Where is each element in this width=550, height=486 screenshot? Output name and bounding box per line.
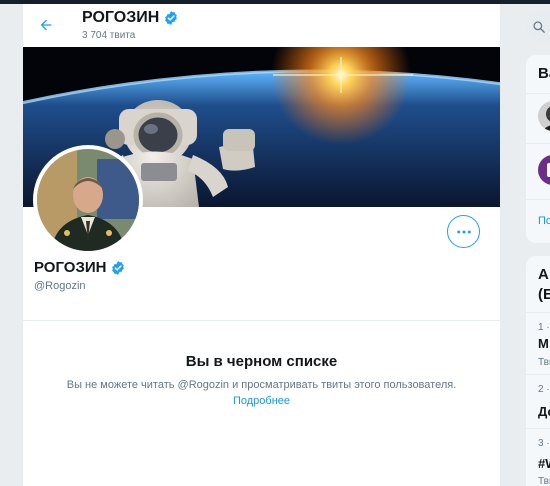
user-avatar-image <box>538 155 550 185</box>
suggested-user-avatar[interactable] <box>538 155 550 185</box>
trend-count: Тви <box>538 357 550 368</box>
more-horizontal-icon <box>456 230 471 233</box>
tweet-count: 3 704 твита <box>82 30 136 41</box>
trend-name: #W <box>538 456 550 471</box>
trends-title-line2: (Е <box>538 286 550 303</box>
card-divider <box>526 428 550 429</box>
trend-name: М <box>538 336 549 351</box>
header-title: РОГОЗИН <box>82 9 179 27</box>
trends-title-line1: А <box>538 266 549 283</box>
profile-name: РОГОЗИН <box>34 259 126 276</box>
more-options-button[interactable] <box>447 215 480 248</box>
trend-rank: 3 · <box>538 438 550 449</box>
blocked-title: Вы в черном списке <box>185 353 338 370</box>
trend-rank: 2 · <box>538 384 550 395</box>
verified-badge-icon <box>165 11 178 25</box>
blocked-message: Вы не можете читать @Rogozin и просматри… <box>66 379 457 391</box>
search-icon <box>533 21 545 33</box>
arrow-left-icon <box>40 19 52 31</box>
right-sidebar: Ва По А (Е 1 · М Тви <box>524 0 550 486</box>
card-divider <box>526 374 550 375</box>
who-to-follow-card: Ва По <box>526 55 550 243</box>
profile-handle: @Rogozin <box>34 280 86 292</box>
trend-count: Тви <box>538 476 550 486</box>
suggested-user-avatar[interactable] <box>538 101 550 131</box>
profile-avatar[interactable] <box>33 145 143 255</box>
trend-name: До <box>538 404 550 419</box>
card-divider <box>526 199 550 200</box>
card-divider <box>526 143 550 144</box>
verified-badge-icon <box>112 260 125 275</box>
avatar-image <box>37 149 139 251</box>
search-box[interactable] <box>526 12 550 42</box>
profile-name-text: РОГОЗИН <box>34 259 107 276</box>
header-title-text: РОГОЗИН <box>82 9 160 26</box>
user-avatar-image <box>538 101 550 131</box>
card-divider <box>526 93 550 94</box>
trend-rank: 1 · <box>538 322 550 333</box>
card-title: Ва <box>538 65 550 82</box>
profile-column: РОГОЗИН 3 704 твита РОГОЗИН @Rogozin Вы … <box>22 4 501 486</box>
section-divider <box>23 320 500 321</box>
trends-card: А (Е 1 · М Тви 2 · До 3 · #W Тви <box>526 256 550 486</box>
card-divider <box>526 312 550 313</box>
back-button[interactable] <box>35 14 57 36</box>
profile-header: РОГОЗИН 3 704 твита <box>23 4 500 47</box>
learn-more-link[interactable]: Подробнее <box>23 395 500 407</box>
show-more-link[interactable]: По <box>538 215 550 227</box>
